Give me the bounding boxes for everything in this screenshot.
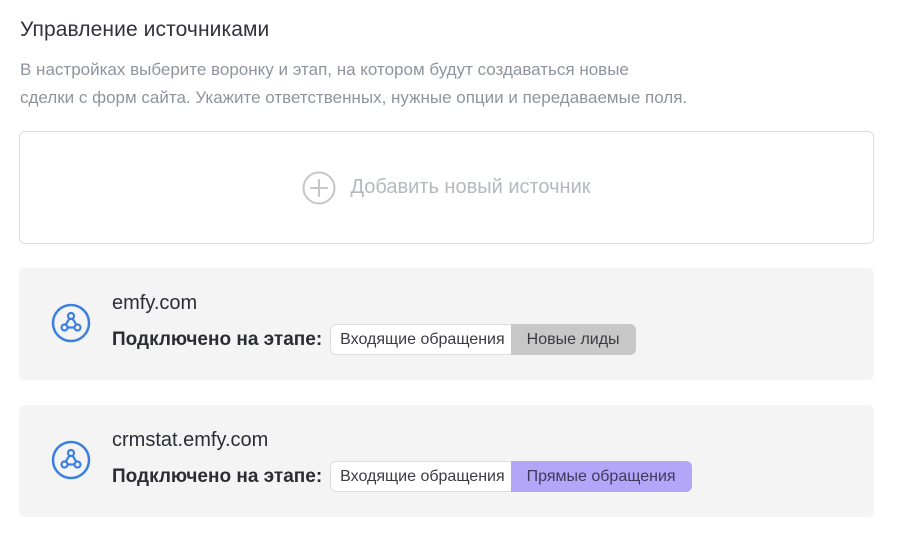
source-name: emfy.com xyxy=(112,292,198,314)
stage-label: Подключено на этапе: xyxy=(112,465,323,487)
webhook-icon xyxy=(51,303,91,343)
page-title: Управление источниками xyxy=(20,18,270,41)
add-source-button[interactable]: Добавить новый источник xyxy=(19,131,874,244)
plus-circle-icon xyxy=(302,171,336,204)
add-source-label: Добавить новый источник xyxy=(350,176,591,198)
source-name: crmstat.emfy.com xyxy=(112,429,269,451)
source-card[interactable]: crmstat.emfy.com Подключено на этапе: Вх… xyxy=(19,405,874,517)
stage-badge[interactable]: Прямые обращения xyxy=(510,461,692,492)
pipeline-badge[interactable]: Входящие обращения xyxy=(330,324,515,355)
pipeline-badge[interactable]: Входящие обращения xyxy=(330,461,515,492)
description-line-1: В настройках выберите воронку и этап, на… xyxy=(20,60,629,79)
source-stage-row: Подключено на этапе: Входящие обращения … xyxy=(112,324,636,355)
description-line-2: сделки с форм сайта. Укажите ответственн… xyxy=(20,88,688,107)
stage-label: Подключено на этапе: xyxy=(112,328,323,350)
webhook-icon xyxy=(51,440,91,480)
source-stage-row: Подключено на этапе: Входящие обращения … xyxy=(112,461,692,492)
stage-badge[interactable]: Новые лиды xyxy=(510,324,636,355)
source-card[interactable]: emfy.com Подключено на этапе: Входящие о… xyxy=(19,268,874,380)
page-description: В настройках выберите воронку и этап, на… xyxy=(20,56,820,112)
